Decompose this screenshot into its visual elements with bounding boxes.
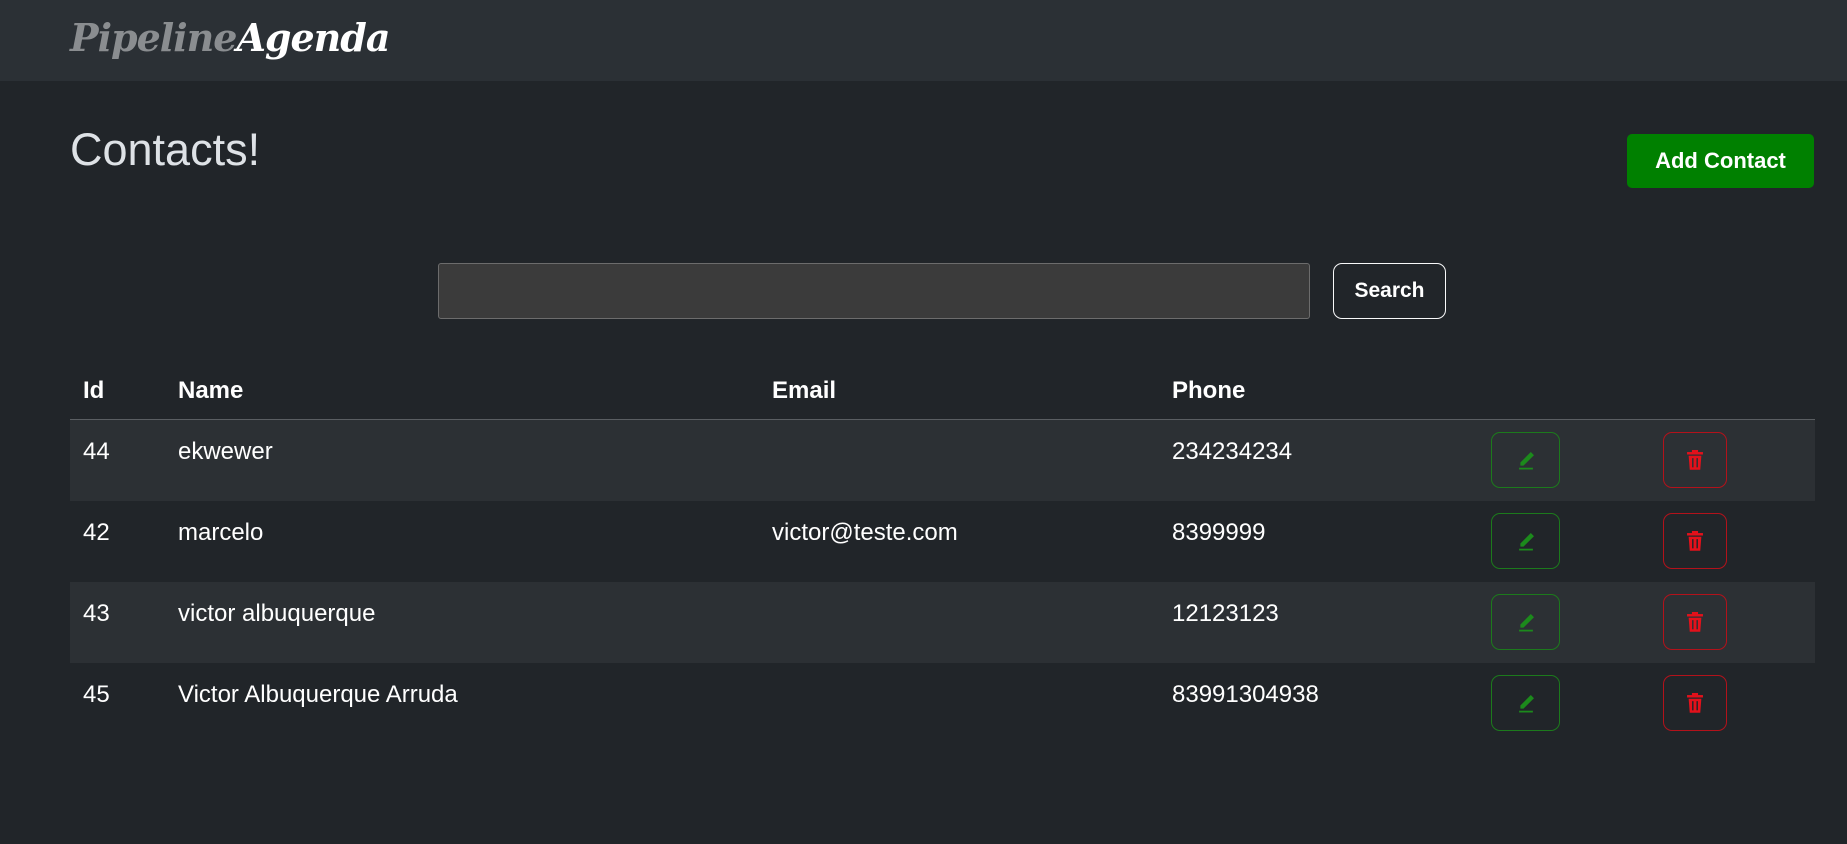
edit-button[interactable] bbox=[1491, 432, 1560, 488]
trash-icon bbox=[1687, 692, 1703, 713]
delete-button[interactable] bbox=[1663, 513, 1727, 569]
pencil-icon bbox=[1518, 452, 1534, 470]
trash-icon bbox=[1687, 611, 1703, 632]
trash-icon bbox=[1687, 530, 1703, 551]
table-row: 42 marcelo victor@teste.com 8399999 bbox=[70, 501, 1815, 582]
brand-part-agenda: Agenda bbox=[236, 14, 390, 60]
header-name: Name bbox=[178, 377, 244, 404]
pencil-icon bbox=[1518, 614, 1534, 632]
contacts-table: Id Name Email Phone 44 ekwewer 234234234… bbox=[70, 363, 1815, 744]
cell-name: Victor Albuquerque Arruda bbox=[178, 681, 458, 708]
page-title: Contacts! bbox=[70, 124, 261, 175]
table-row: 45 Victor Albuquerque Arruda 83991304938 bbox=[70, 663, 1815, 744]
add-contact-button[interactable]: Add Contact bbox=[1627, 134, 1814, 188]
cell-id: 45 bbox=[83, 681, 110, 708]
header-email: Email bbox=[772, 377, 837, 404]
cell-phone: 234234234 bbox=[1172, 438, 1293, 465]
header-phone: Phone bbox=[1172, 377, 1246, 404]
edit-button[interactable] bbox=[1491, 594, 1560, 650]
edit-button[interactable] bbox=[1491, 513, 1560, 569]
delete-button[interactable] bbox=[1663, 675, 1727, 731]
delete-button[interactable] bbox=[1663, 594, 1727, 650]
brand-part-pipeline: Pipeline bbox=[70, 14, 237, 60]
delete-button[interactable] bbox=[1663, 432, 1727, 488]
search-button[interactable]: Search bbox=[1333, 263, 1446, 319]
cell-phone: 8399999 bbox=[1172, 519, 1266, 546]
pencil-icon bbox=[1518, 695, 1534, 713]
table-header: Id Name Email Phone bbox=[70, 363, 1815, 420]
trash-icon bbox=[1687, 449, 1703, 470]
table-row: 43 victor albuquerque 12123123 bbox=[70, 582, 1815, 663]
cell-id: 42 bbox=[83, 519, 110, 546]
cell-phone: 12123123 bbox=[1172, 600, 1279, 627]
header-id: Id bbox=[83, 377, 105, 404]
cell-name: marcelo bbox=[178, 519, 264, 546]
edit-button[interactable] bbox=[1491, 675, 1560, 731]
navbar: Pipeline Agenda bbox=[0, 0, 1847, 81]
cell-name: victor albuquerque bbox=[178, 600, 376, 627]
brand-logo[interactable]: Pipeline Agenda bbox=[70, 6, 391, 68]
cell-id: 44 bbox=[83, 438, 110, 465]
table-row: 44 ekwewer 234234234 bbox=[70, 420, 1815, 501]
cell-email: victor@teste.com bbox=[772, 519, 958, 546]
cell-phone: 83991304938 bbox=[1172, 681, 1319, 708]
cell-id: 43 bbox=[83, 600, 110, 627]
cell-name: ekwewer bbox=[178, 438, 273, 465]
pencil-icon bbox=[1518, 533, 1534, 551]
search-input[interactable] bbox=[438, 263, 1310, 319]
